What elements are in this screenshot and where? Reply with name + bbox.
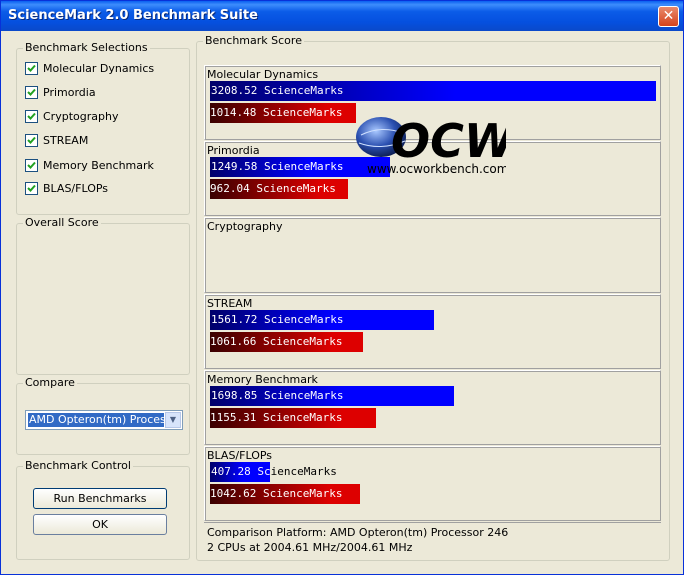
reference-score-text: 1061.66 ScienceMarks <box>210 335 343 348</box>
checkmark-icon <box>27 64 36 72</box>
score-panel-title: BLAS/FLOPs <box>207 449 273 462</box>
checkmark-icon <box>27 112 36 120</box>
logo-url-text: www.ocworkbench.com <box>367 162 506 176</box>
score-panel-title: Memory Benchmark <box>207 373 318 386</box>
checkmark-icon <box>27 184 36 192</box>
reference-score-bar: 1042.62 ScienceMarks <box>210 484 360 504</box>
run-benchmarks-button[interactable]: Run Benchmarks <box>33 488 167 509</box>
score-panel: STREAM 1561.72 ScienceMarks 1061.66 Scienc… <box>204 294 661 369</box>
benchmark-checkbox-label: Molecular Dynamics <box>43 62 155 75</box>
reference-score-bar: 1061.66 ScienceMarks <box>210 332 363 352</box>
reference-score-text: 1155.31 ScienceMarks <box>210 411 343 424</box>
comparison-platform-text: Comparison Platform: AMD Opteron(tm) Pro… <box>207 526 509 539</box>
comparison-info: Comparison Platform: AMD Opteron(tm) Pro… <box>204 522 661 558</box>
logo-brand-text: OCW <box>391 114 506 168</box>
benchmark-checkbox[interactable] <box>25 134 38 147</box>
ocw-watermark-logo: OCW www.ocworkbench.com <box>356 114 506 176</box>
benchmark-checkbox-label: BLAS/FLOPs <box>43 182 109 195</box>
reference-score-text: 962.04 ScienceMarks <box>210 182 336 195</box>
current-score-text: 407.28 ScienceMarks <box>211 465 337 478</box>
benchmark-selections-group: Benchmark Selections Molecular Dynamics P… <box>16 41 190 215</box>
benchmark-selections-label: Benchmark Selections <box>23 41 150 54</box>
checkmark-icon <box>27 88 36 96</box>
benchmark-checkbox[interactable] <box>25 62 38 75</box>
score-panel-title: Primordia <box>207 144 260 157</box>
cpu-info-text: 2 CPUs at 2004.61 MHz/2004.61 MHz <box>207 541 413 554</box>
benchmark-checkbox-label: Primordia <box>43 86 96 99</box>
close-button[interactable]: ✕ <box>658 6 679 27</box>
current-score-bar: 3208.52 ScienceMarks <box>210 81 656 101</box>
reference-score-bar: 1155.31 ScienceMarks <box>210 408 376 428</box>
benchmark-checkbox[interactable] <box>25 159 38 172</box>
current-score-bar: 407.28 ScienceMarks <box>210 462 337 482</box>
checkmark-icon <box>27 161 36 169</box>
score-panel-title: Molecular Dynamics <box>207 68 319 81</box>
ok-button[interactable]: OK <box>33 514 167 535</box>
compare-select[interactable]: AMD Opteron(tm) Processor 246 ▼ <box>25 410 183 430</box>
window-title: ScienceMark 2.0 Benchmark Suite <box>8 8 258 23</box>
checkmark-icon <box>27 136 36 144</box>
benchmark-checkbox[interactable] <box>25 182 38 195</box>
reference-score-text: 1014.48 ScienceMarks <box>210 106 343 119</box>
score-panel-title: STREAM <box>207 297 253 310</box>
overall-score-group: Overall Score <box>16 216 190 375</box>
current-score-bar: 1698.85 ScienceMarks <box>210 386 454 406</box>
close-icon: ✕ <box>662 8 675 24</box>
benchmark-checkbox[interactable] <box>25 86 38 99</box>
reference-score-text: 1042.62 ScienceMarks <box>210 487 343 500</box>
benchmark-checkbox-label: STREAM <box>43 134 89 147</box>
reference-score-bar: 962.04 ScienceMarks <box>210 179 348 199</box>
score-panel: Memory Benchmark 1698.85 ScienceMarks 1155… <box>204 370 661 445</box>
benchmark-checkbox-label: Memory Benchmark <box>43 159 154 172</box>
compare-selected-value: AMD Opteron(tm) Processor 246 <box>28 413 164 427</box>
current-score-text: 1249.58 ScienceMarks <box>211 160 344 173</box>
score-panel: BLAS/FLOPs 407.28 ScienceMarks 1042.62 Sci… <box>204 446 661 521</box>
compare-label: Compare <box>23 376 77 389</box>
benchmark-control-group: Benchmark Control <box>16 459 190 560</box>
current-score-text: 1561.72 ScienceMarks <box>211 313 344 326</box>
score-panel-title: Cryptography <box>207 220 283 233</box>
score-panel: Cryptography <box>204 217 661 293</box>
title-bar[interactable]: ScienceMark 2.0 Benchmark Suite ✕ <box>1 1 683 31</box>
benchmark-checkbox-label: Cryptography <box>43 110 119 123</box>
current-score-text: 1698.85 ScienceMarks <box>211 389 344 402</box>
overall-score-label: Overall Score <box>23 216 101 229</box>
chevron-down-icon[interactable]: ▼ <box>165 412 181 428</box>
benchmark-control-label: Benchmark Control <box>23 459 133 472</box>
current-score-text: 3208.52 ScienceMarks <box>211 84 344 97</box>
benchmark-score-label: Benchmark Score <box>203 34 304 47</box>
current-score-bar: 1561.72 ScienceMarks <box>210 310 434 330</box>
benchmark-checkbox[interactable] <box>25 110 38 123</box>
app-window: ScienceMark 2.0 Benchmark Suite ✕ Benchm… <box>0 0 684 575</box>
